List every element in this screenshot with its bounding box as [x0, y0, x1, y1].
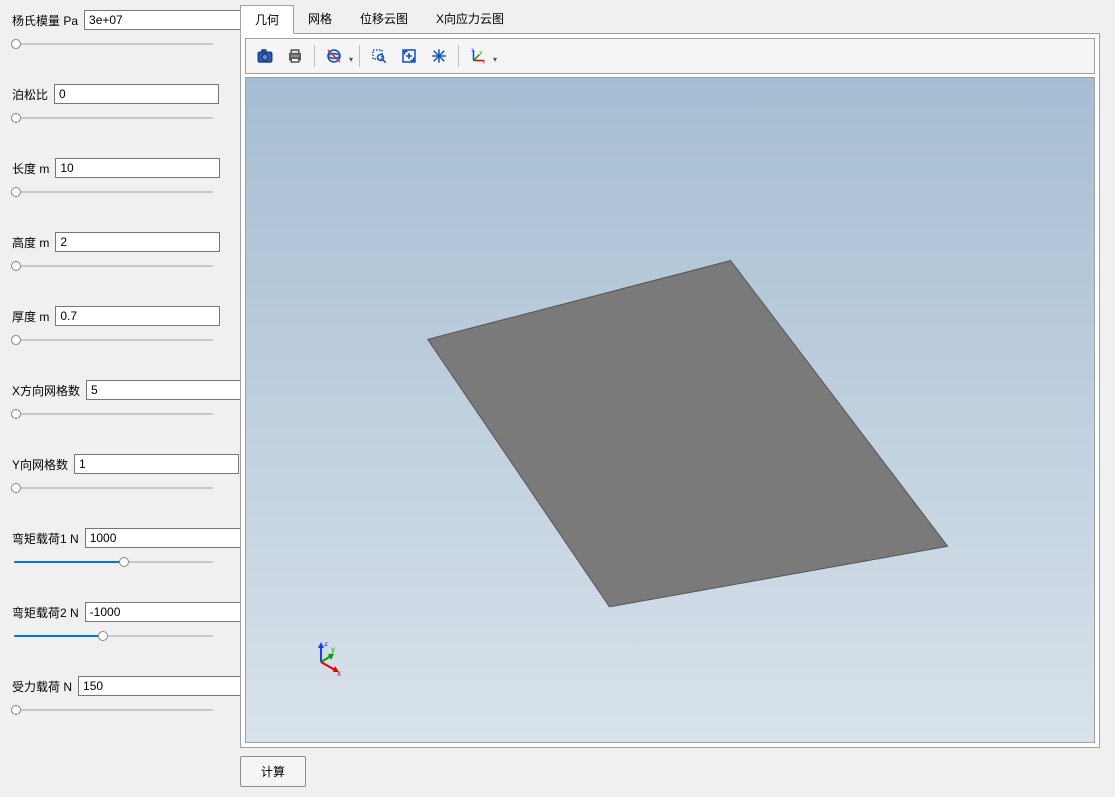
sidebar: 杨氏模量 Pa 泊松比 长度 m 高度 m [0, 0, 230, 797]
param-group: 受力载荷 N [12, 676, 215, 718]
param-slider[interactable] [12, 258, 215, 274]
param-group: 厚度 m [12, 306, 215, 348]
param-input[interactable] [55, 232, 220, 252]
param-slider[interactable] [12, 406, 215, 422]
svg-text:z: z [471, 48, 474, 54]
param-input[interactable] [86, 380, 251, 400]
param-label: 受力载荷 N [12, 678, 72, 695]
camera-icon[interactable] [252, 43, 278, 69]
param-group: 弯矩载荷2 N [12, 602, 215, 644]
viewport-toolbar: ▾ z xy ▾ [245, 38, 1095, 74]
param-label: Y向网格数 [12, 456, 68, 473]
svg-text:x: x [483, 60, 486, 66]
param-slider[interactable] [12, 554, 215, 570]
geometry-plate [246, 78, 1094, 742]
fit-screen-icon[interactable] [396, 43, 422, 69]
param-label: 长度 m [12, 160, 49, 177]
param-group: 杨氏模量 Pa [12, 10, 215, 52]
tab[interactable]: 位移云图 [346, 5, 422, 34]
axes-icon[interactable]: z xy [465, 43, 491, 69]
tab[interactable]: X向应力云图 [422, 5, 518, 34]
param-label: 高度 m [12, 234, 49, 251]
param-input[interactable] [78, 676, 243, 696]
param-slider[interactable] [12, 110, 215, 126]
main-panel: 几何网格位移云图X向应力云图 ▾zxy▾ z y [230, 0, 1115, 797]
tab-bar: 几何网格位移云图X向应力云图 [240, 5, 1100, 34]
param-label: X方向网格数 [12, 382, 80, 399]
toolbar-separator [359, 45, 360, 67]
rotate-icon[interactable] [426, 43, 452, 69]
calculate-button[interactable]: 计算 [240, 756, 306, 787]
param-group: X方向网格数 [12, 380, 215, 422]
param-slider[interactable] [12, 628, 215, 644]
viewport-container: ▾zxy▾ z y x [240, 33, 1100, 748]
param-group: 弯矩载荷1 N [12, 528, 215, 570]
param-input[interactable] [85, 528, 250, 548]
param-label: 泊松比 [12, 86, 48, 103]
printer-icon[interactable] [282, 43, 308, 69]
dropdown-arrow-icon[interactable]: ▾ [349, 55, 353, 69]
param-slider[interactable] [12, 184, 215, 200]
param-label: 厚度 m [12, 308, 49, 325]
param-input[interactable] [55, 158, 220, 178]
zoom-box-icon[interactable] [366, 43, 392, 69]
param-slider[interactable] [12, 480, 215, 496]
bottom-bar: 计算 [240, 756, 1100, 787]
param-input[interactable] [55, 306, 220, 326]
tab[interactable]: 网格 [294, 5, 346, 34]
sphere-icon[interactable] [321, 43, 347, 69]
param-group: 长度 m [12, 158, 215, 200]
svg-text:y: y [331, 645, 335, 654]
toolbar-separator [458, 45, 459, 67]
axis-triad: z y x [301, 642, 341, 682]
svg-text:z: z [324, 642, 328, 648]
param-label: 弯矩载荷2 N [12, 604, 79, 621]
param-input[interactable] [84, 10, 249, 30]
param-group: 高度 m [12, 232, 215, 274]
svg-text:y: y [480, 50, 483, 56]
param-group: 泊松比 [12, 84, 215, 126]
param-input[interactable] [85, 602, 250, 622]
svg-text:x: x [337, 669, 341, 678]
param-label: 杨氏模量 Pa [12, 12, 78, 29]
param-input[interactable] [54, 84, 219, 104]
param-slider[interactable] [12, 702, 215, 718]
dropdown-arrow-icon[interactable]: ▾ [493, 55, 497, 69]
param-input[interactable] [74, 454, 239, 474]
tab[interactable]: 几何 [240, 5, 294, 34]
param-slider[interactable] [12, 332, 215, 348]
param-label: 弯矩载荷1 N [12, 530, 79, 547]
param-slider[interactable] [12, 36, 215, 52]
toolbar-separator [314, 45, 315, 67]
3d-viewport[interactable]: z y x [245, 77, 1095, 743]
param-group: Y向网格数 [12, 454, 215, 496]
